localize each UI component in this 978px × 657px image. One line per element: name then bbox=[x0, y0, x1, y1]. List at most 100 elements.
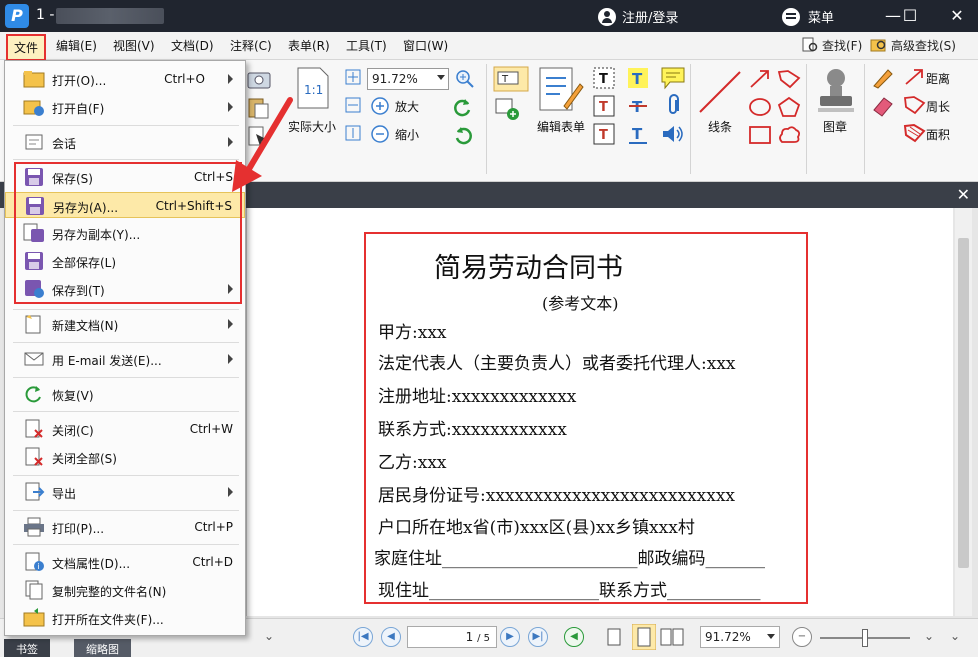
perimeter-icon[interactable] bbox=[902, 94, 926, 116]
line-tool-icon[interactable] bbox=[696, 68, 744, 116]
stamp-icon[interactable] bbox=[814, 66, 858, 116]
sound-icon[interactable] bbox=[660, 122, 686, 146]
previous-page-button[interactable]: ◀ bbox=[381, 627, 401, 647]
cloud-tool-icon[interactable] bbox=[776, 124, 802, 146]
continuous-page-icon[interactable] bbox=[632, 624, 656, 650]
single-page-icon[interactable] bbox=[606, 627, 622, 647]
menu-divider bbox=[13, 377, 239, 378]
distance-icon[interactable] bbox=[902, 66, 926, 88]
underline-icon[interactable]: T bbox=[626, 122, 650, 146]
close-window-button[interactable]: ✕ bbox=[940, 0, 974, 32]
menu-divider bbox=[13, 544, 239, 545]
tab-bookmarks[interactable]: 书签 bbox=[4, 639, 50, 657]
snapshot-icon[interactable] bbox=[246, 66, 272, 92]
perimeter-label[interactable]: 周长 bbox=[926, 98, 950, 115]
vertical-scrollbar[interactable] bbox=[955, 208, 972, 616]
rotate-right-icon[interactable] bbox=[452, 124, 474, 146]
menu-item-email[interactable]: 用 E-mail 发送(E)... bbox=[5, 346, 245, 372]
edit-form-label[interactable]: 编辑表单 bbox=[537, 118, 585, 135]
advanced-find-button[interactable]: 高级查找(S) bbox=[870, 36, 956, 54]
text-field-tool-icon[interactable]: T bbox=[493, 66, 529, 92]
close-tab-icon[interactable]: ✕ bbox=[957, 185, 970, 204]
zoom-value: 91.72% bbox=[372, 72, 418, 86]
ellipse-tool-icon[interactable] bbox=[748, 96, 772, 118]
polygon-tool-icon[interactable] bbox=[776, 96, 802, 118]
attachment-icon[interactable] bbox=[662, 94, 684, 118]
area-icon[interactable] bbox=[902, 122, 926, 144]
eraser-icon[interactable] bbox=[870, 94, 896, 118]
page-number-input[interactable]: 1 / 5 bbox=[407, 626, 497, 648]
menu-form[interactable]: 表单(R) bbox=[288, 37, 330, 54]
rectangle-tool-icon[interactable] bbox=[748, 124, 772, 146]
zoom-in-icon[interactable] bbox=[370, 96, 390, 116]
menu-item-restore[interactable]: 恢复(V) bbox=[5, 381, 245, 407]
menu-file[interactable]: 文件 bbox=[6, 34, 47, 61]
menu-document[interactable]: 文档(D) bbox=[171, 37, 214, 54]
menu-item-open-containing-folder[interactable]: 打开所在文件夹(F)... bbox=[5, 605, 245, 631]
ribbon-divider bbox=[690, 64, 691, 174]
back-button[interactable]: ◀ bbox=[564, 627, 584, 647]
expand-icon[interactable]: ⌄ bbox=[950, 629, 960, 643]
menu-item-export[interactable]: 导出 bbox=[5, 479, 245, 505]
textbox-icon[interactable]: T bbox=[592, 94, 616, 118]
menu-item-close[interactable]: 关闭(C) Ctrl+W bbox=[5, 416, 245, 442]
zoom-select[interactable]: 91.72% bbox=[367, 68, 449, 90]
tab-thumbnails[interactable]: 缩略图 bbox=[74, 639, 131, 657]
next-page-button[interactable]: ▶ bbox=[500, 627, 520, 647]
arrow-tool-icon[interactable] bbox=[748, 68, 772, 90]
fit-width-icon[interactable] bbox=[344, 96, 362, 114]
facing-page-icon[interactable] bbox=[660, 627, 684, 647]
menu-item-new-document[interactable]: 新建文档(N) bbox=[5, 311, 245, 337]
menu-window[interactable]: 窗口(W) bbox=[403, 37, 448, 54]
menu-item-print[interactable]: 打印(P)... Ctrl+P bbox=[5, 514, 245, 540]
expand-icon[interactable]: ⌄ bbox=[264, 629, 274, 643]
pencil-icon[interactable] bbox=[870, 66, 896, 90]
strikeout-icon[interactable]: T bbox=[626, 94, 650, 118]
contract-line: 户口所在地x省(市)xxx区(县)xx乡镇xxx村 bbox=[378, 518, 695, 538]
menu-item-open-from[interactable]: 打开自(F) bbox=[5, 94, 245, 120]
zoom-out-button[interactable]: − bbox=[792, 627, 812, 647]
menu-item-session[interactable]: 会话 bbox=[5, 129, 245, 155]
typewriter-icon[interactable]: T bbox=[592, 66, 616, 90]
maximize-button[interactable]: ☐ bbox=[892, 0, 928, 32]
highlight-text-icon[interactable]: T bbox=[626, 66, 650, 90]
lines-label[interactable]: 线条 bbox=[708, 118, 732, 135]
zoom-out-icon[interactable] bbox=[370, 124, 390, 144]
first-page-button[interactable]: |◀ bbox=[353, 627, 373, 647]
login-button[interactable]: 注册/登录 bbox=[598, 7, 678, 26]
find-button[interactable]: 查找(F) bbox=[801, 36, 862, 54]
fit-page-icon[interactable] bbox=[344, 68, 362, 86]
callout-icon[interactable]: T bbox=[592, 122, 616, 146]
distance-label[interactable]: 距离 bbox=[926, 70, 950, 87]
menu-item-copy-filename[interactable]: 复制完整的文件名(N) bbox=[5, 577, 245, 603]
fit-visible-icon[interactable] bbox=[344, 124, 362, 142]
rotate-left-icon[interactable] bbox=[452, 96, 474, 118]
menu-edit[interactable]: 编辑(E) bbox=[56, 37, 97, 54]
edit-form-icon[interactable] bbox=[538, 66, 584, 114]
zoom-out-label[interactable]: 缩小 bbox=[395, 126, 419, 143]
menu-item-close-all[interactable]: 关闭全部(S) bbox=[5, 444, 245, 470]
actual-size-icon[interactable]: 1:1 bbox=[296, 66, 330, 110]
main-menu-button[interactable]: 菜单 bbox=[782, 7, 834, 26]
note-icon[interactable] bbox=[660, 66, 686, 90]
scrollbar-thumb[interactable] bbox=[958, 238, 969, 568]
last-page-button[interactable]: ▶| bbox=[528, 627, 548, 647]
chevron-down-icon bbox=[767, 634, 775, 639]
zoom-tool-icon[interactable] bbox=[454, 68, 476, 90]
stamp-label[interactable]: 图章 bbox=[823, 118, 847, 135]
menu-item-open[interactable]: 打开(O)... Ctrl+O bbox=[5, 66, 245, 92]
menu-view[interactable]: 视图(V) bbox=[113, 37, 155, 54]
polyline-tool-icon[interactable] bbox=[776, 68, 802, 90]
expand-icon[interactable]: ⌄ bbox=[924, 629, 934, 643]
area-label[interactable]: 面积 bbox=[926, 126, 950, 143]
zoom-slider-handle[interactable] bbox=[862, 629, 868, 647]
menu-comment[interactable]: 注释(C) bbox=[230, 37, 272, 54]
add-field-icon[interactable] bbox=[493, 96, 523, 122]
zoom-in-label[interactable]: 放大 bbox=[395, 98, 419, 115]
menu-item-label: 关闭(C) bbox=[52, 424, 94, 438]
menu-item-doc-properties[interactable]: i 文档属性(D)... Ctrl+D bbox=[5, 549, 245, 575]
zoom-select-bottom[interactable]: 91.72% bbox=[700, 626, 780, 648]
menu-tools[interactable]: 工具(T) bbox=[346, 37, 387, 54]
shortcut-label: Ctrl+D bbox=[192, 555, 233, 569]
zoom-slider[interactable] bbox=[820, 629, 910, 647]
